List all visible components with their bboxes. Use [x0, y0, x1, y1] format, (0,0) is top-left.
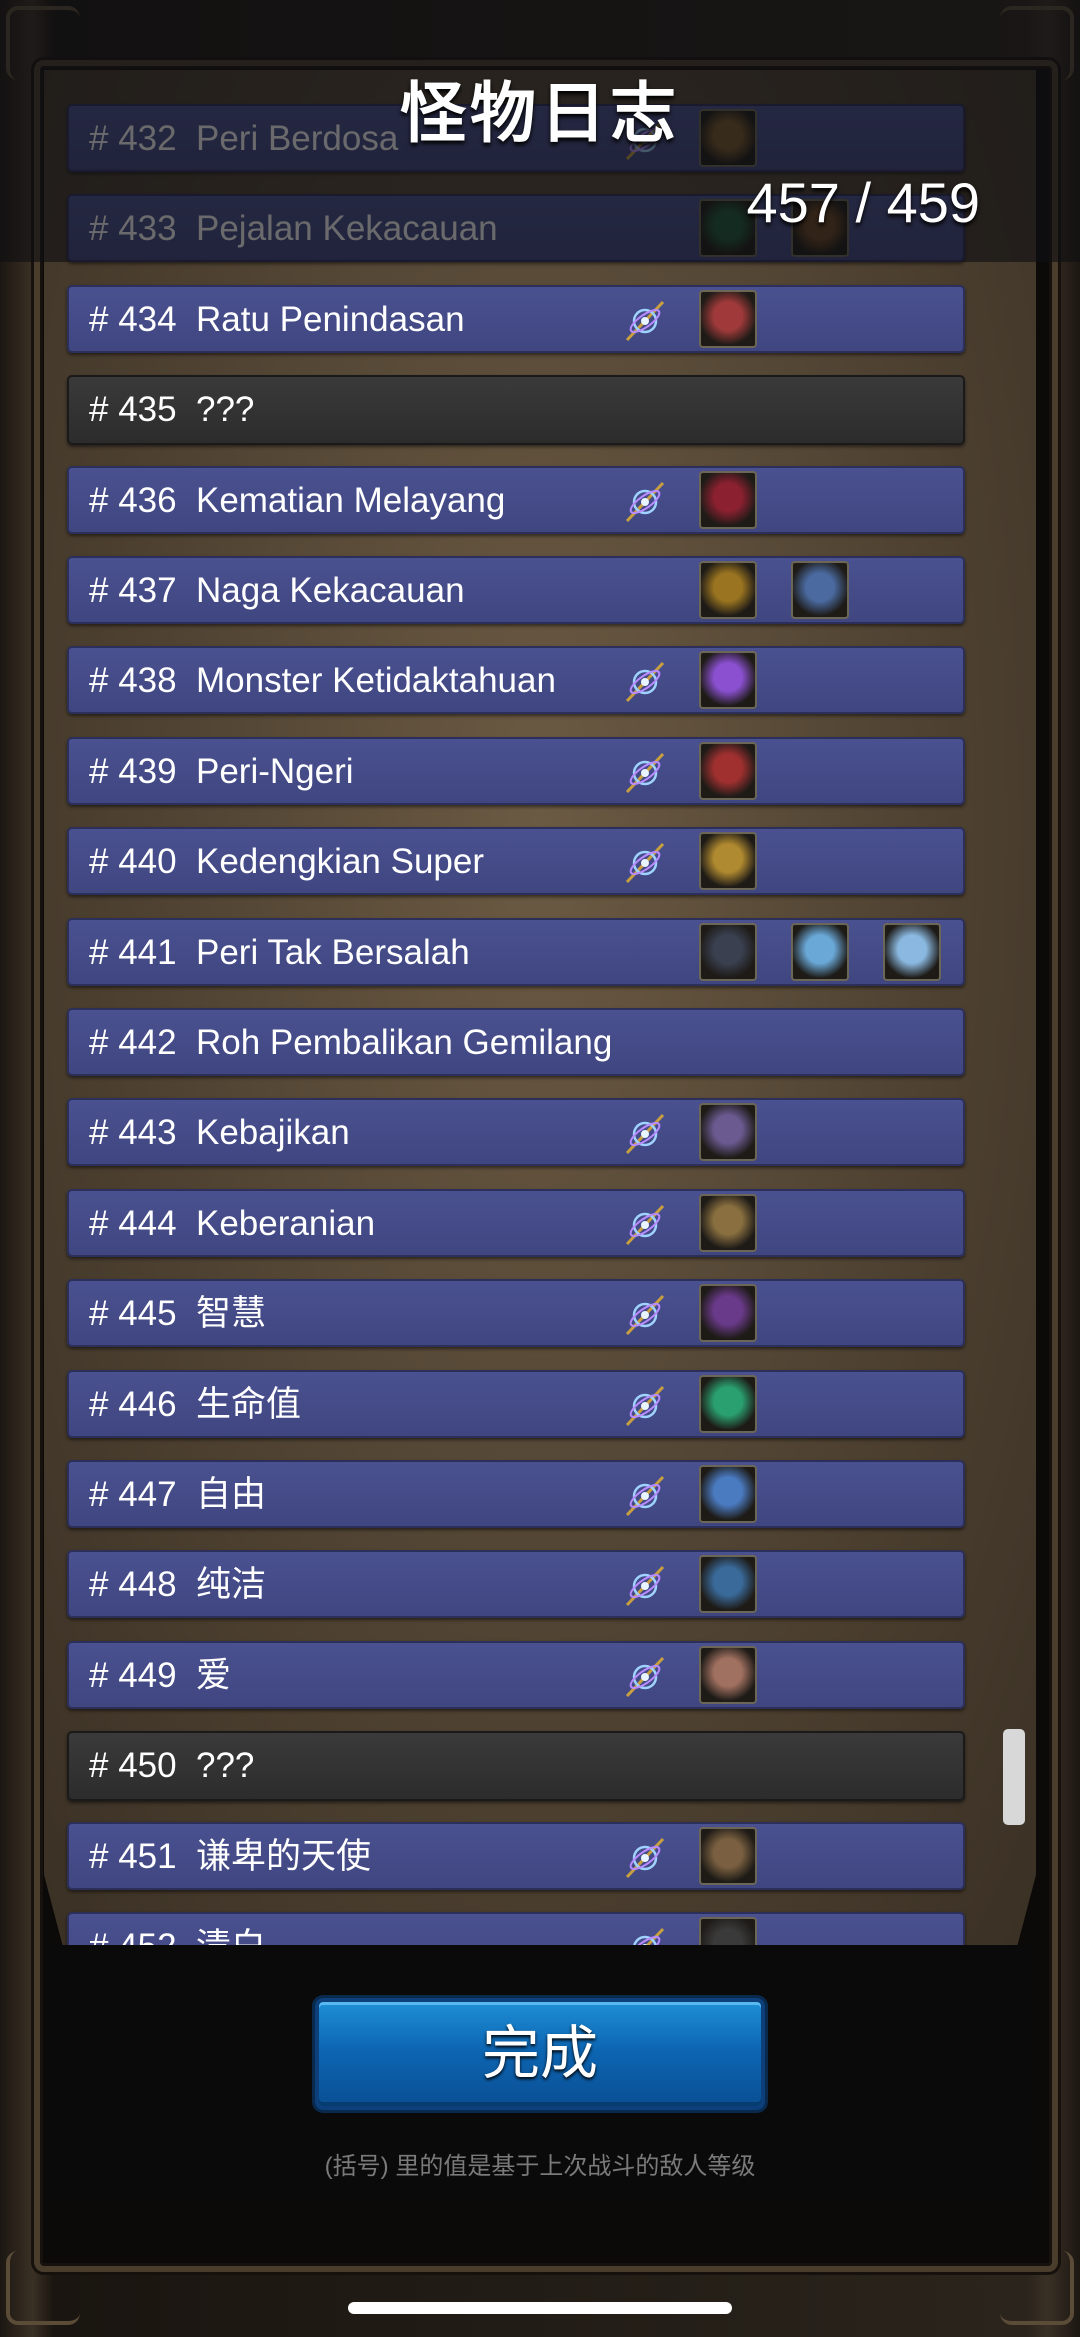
- monster-row[interactable]: # 439 Peri-Ngeri: [67, 737, 965, 805]
- monster-name: 生命值: [196, 1385, 302, 1424]
- monster-name: 清白: [196, 1914, 266, 1945]
- crown-icon[interactable]: [699, 290, 757, 348]
- tome-icon[interactable]: [699, 1284, 757, 1342]
- amulet-icon[interactable]: [699, 471, 757, 529]
- monster-row[interactable]: # 451 谦卑的天使: [67, 1822, 965, 1890]
- monster-number: # 438: [89, 661, 177, 700]
- magic-wand-icon: [625, 1113, 665, 1155]
- monster-name: ???: [196, 390, 255, 429]
- done-button[interactable]: 完成: [315, 1998, 765, 2110]
- monster-row[interactable]: # 438 Monster Ketidaktahuan: [67, 646, 965, 714]
- monster-number: # 442: [89, 1023, 177, 1062]
- collection-count: 457 / 459: [746, 171, 980, 234]
- magic-wand-icon: [625, 661, 665, 703]
- monster-name: Ratu Penindasan: [196, 300, 465, 339]
- crystal-crown-icon[interactable]: [883, 923, 941, 981]
- magic-wand-icon: [625, 1204, 665, 1246]
- gold-armor-icon[interactable]: [699, 832, 757, 890]
- monster-row[interactable]: # 450???: [67, 1731, 965, 1801]
- page-title: 怪物日志: [400, 76, 680, 150]
- monster-name: Kematian Melayang: [196, 481, 506, 520]
- monster-row[interactable]: # 436 Kematian Melayang: [67, 466, 965, 534]
- frame-corner: [6, 2251, 80, 2325]
- monster-row[interactable]: # 434 Ratu Penindasan: [67, 285, 965, 353]
- spear-icon[interactable]: [699, 1555, 757, 1613]
- monster-number: # 434: [89, 300, 177, 339]
- monster-number: # 437: [89, 571, 177, 610]
- home-indicator[interactable]: [348, 2302, 732, 2314]
- monster-row[interactable]: # 446 生命值: [67, 1370, 965, 1438]
- magic-wand-icon: [625, 481, 665, 523]
- monster-number: # 435: [89, 390, 177, 429]
- monster-name: 谦卑的天使: [196, 1837, 372, 1876]
- monster-name: 自由: [196, 1475, 267, 1514]
- monster-name: Kebajikan: [196, 1113, 350, 1152]
- shield-icon[interactable]: [699, 1194, 757, 1252]
- frame-corner: [1000, 2251, 1074, 2325]
- monster-number: # 448: [89, 1565, 177, 1604]
- monster-name: ???: [196, 1746, 255, 1785]
- monster-number: # 440: [89, 842, 177, 881]
- scrollbar-thumb[interactable]: [1003, 1729, 1025, 1825]
- monster-name: Monster Ketidaktahuan: [196, 661, 556, 700]
- monster-name: Peri-Ngeri: [196, 752, 354, 791]
- gold-greaves-icon[interactable]: [699, 561, 757, 619]
- monster-row[interactable]: # 448 纯洁: [67, 1550, 965, 1618]
- boots-icon[interactable]: [699, 1103, 757, 1161]
- monster-number: # 449: [89, 1656, 177, 1695]
- monster-name: 纯洁: [196, 1565, 267, 1604]
- monster-number: # 444: [89, 1204, 177, 1243]
- monster-row[interactable]: # 447 自由: [67, 1460, 965, 1528]
- monster-number: # 436: [89, 481, 177, 520]
- monster-number: # 439: [89, 752, 177, 791]
- monster-number: # 447: [89, 1475, 177, 1514]
- monster-row[interactable]: # 443 Kebajikan: [67, 1098, 965, 1166]
- magic-wand-icon: [625, 1385, 665, 1427]
- monster-name: Keberanian: [196, 1204, 376, 1243]
- magic-wand-icon: [625, 842, 665, 884]
- crystal-sword-icon[interactable]: [791, 561, 849, 619]
- ruby-ring-icon[interactable]: [699, 742, 757, 800]
- monster-number: # 451: [89, 1837, 177, 1876]
- monster-row[interactable]: # 442 Roh Pembalikan Gemilang: [67, 1008, 965, 1076]
- monster-number: # 441: [89, 933, 177, 972]
- monster-number: # 452: [89, 1914, 177, 1945]
- purple-orb-icon[interactable]: [699, 651, 757, 709]
- monster-number: # 450: [89, 1746, 177, 1785]
- monster-name: 爱: [196, 1656, 232, 1695]
- monster-row[interactable]: # 449 爱: [67, 1641, 965, 1709]
- monster-name: Kedengkian Super: [196, 842, 484, 881]
- level-note: (括号) 里的值是基于上次战斗的敌人等级: [324, 2153, 756, 2180]
- crystal-bracelet-icon[interactable]: [791, 923, 849, 981]
- monster-name: Naga Kekacauan: [196, 571, 465, 610]
- magic-wand-icon: [625, 1475, 665, 1517]
- monster-row[interactable]: # 440 Kedengkian Super: [67, 827, 965, 895]
- monster-row[interactable]: # 437 Naga Kekacauan: [67, 556, 965, 624]
- magic-wand-icon: [625, 752, 665, 794]
- monster-number: # 443: [89, 1113, 177, 1152]
- necklace-icon[interactable]: [699, 923, 757, 981]
- magic-wand-icon: [625, 300, 665, 342]
- monster-number: # 446: [89, 1385, 177, 1424]
- magic-wand-icon: [625, 1837, 665, 1879]
- monster-row[interactable]: # 441 Peri Tak Bersalah: [67, 918, 965, 986]
- wings-icon[interactable]: [699, 1465, 757, 1523]
- magic-wand-icon: [625, 1294, 665, 1336]
- monster-name: 智慧: [196, 1294, 267, 1333]
- monster-row[interactable]: # 445 智慧: [67, 1279, 965, 1347]
- monster-name: Roh Pembalikan Gemilang: [196, 1023, 613, 1062]
- magic-wand-icon: [625, 1656, 665, 1698]
- monster-list[interactable]: # 432Peri Berdosa# 433Pejalan Kekacauan#…: [0, 0, 1080, 1945]
- magic-wand-icon: [629, 1927, 665, 1945]
- dark-ring-icon[interactable]: [699, 1917, 757, 1945]
- monster-name: Peri Tak Bersalah: [196, 933, 470, 972]
- heart-locket-icon[interactable]: [699, 1646, 757, 1704]
- monster-row[interactable]: # 444 Keberanian: [67, 1189, 965, 1257]
- staff-icon[interactable]: [699, 1827, 757, 1885]
- monster-row[interactable]: # 435???: [67, 375, 965, 445]
- monster-number: # 445: [89, 1294, 177, 1333]
- emerald-icon[interactable]: [699, 1375, 757, 1433]
- magic-wand-icon: [625, 1565, 665, 1607]
- monster-row[interactable]: # 452 清白: [67, 1912, 965, 1945]
